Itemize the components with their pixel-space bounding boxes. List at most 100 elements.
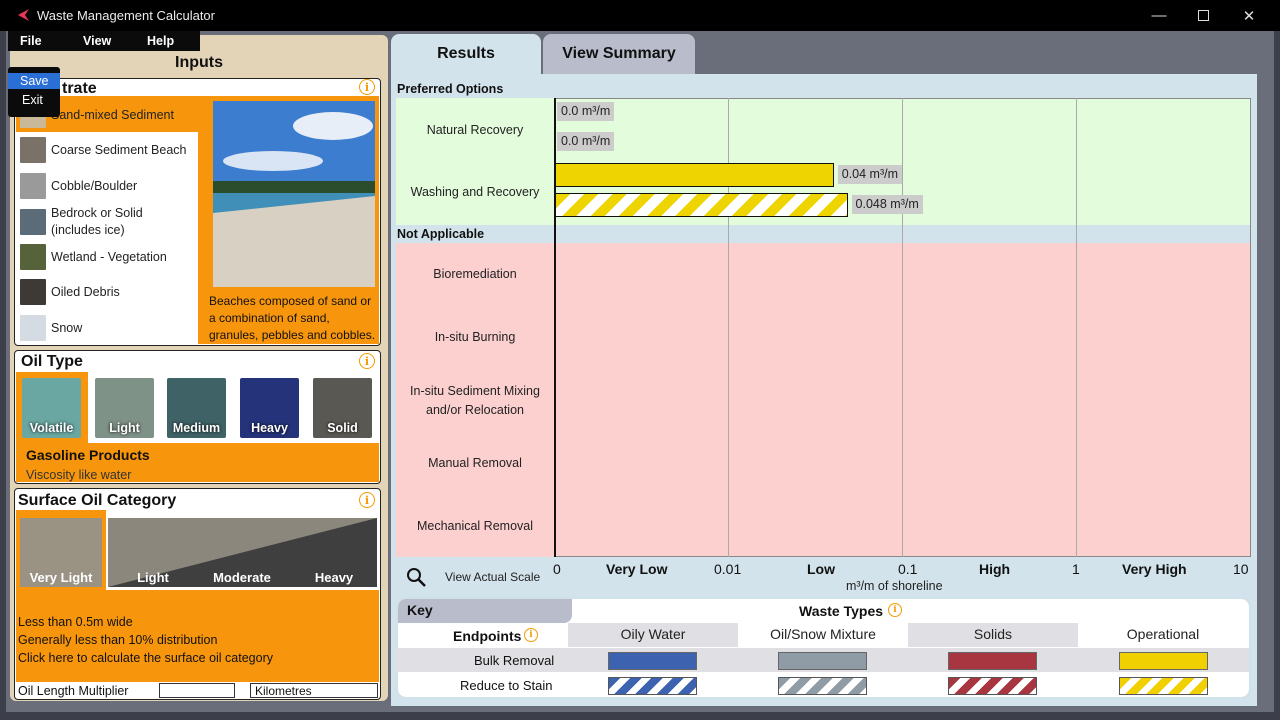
bedrock-thumbnail [20, 209, 46, 235]
key-title: Key [398, 599, 572, 623]
swatch-oil-snow-stain [778, 677, 867, 695]
snow-thumbnail [20, 315, 46, 341]
surface-very-light[interactable]: Very Light [20, 570, 102, 585]
substrate-item-debris[interactable]: Oiled Debris [20, 277, 120, 307]
surface-oil-heading: Surface Oil Category [18, 492, 177, 509]
row-mechanical-removal: Mechanical Removal [416, 519, 534, 533]
not-applicable-header [396, 225, 1251, 243]
menu-item-save[interactable]: Save [8, 73, 60, 89]
substrate-label: Coarse Sediment Beach [51, 142, 187, 157]
calculate-surface-oil-link[interactable]: Click here to calculate the surface oil … [18, 649, 273, 667]
menu-item-exit[interactable]: Exit [8, 92, 60, 108]
waste-types-info-icon[interactable]: i [888, 603, 902, 617]
value-natural-bulk: 0.0 m³/m [557, 102, 615, 121]
substrate-label: Bedrock or Solid (includes ice) [51, 206, 143, 237]
wetland-thumbnail [20, 244, 46, 270]
swatch-operational-stain [1119, 677, 1208, 695]
substrate-description: Beaches composed of sand or a combinatio… [209, 294, 376, 342]
axis-tick: 0.01 [714, 561, 742, 577]
close-icon[interactable]: ✕ [1226, 0, 1272, 31]
axis-tick: 1 [1072, 561, 1080, 577]
value-washing-stain: 0.048 m³/m [851, 195, 923, 214]
tab-results[interactable]: Results [391, 34, 541, 74]
waste-type-oil-snow: Oil/Snow Mixture [770, 626, 876, 642]
row-manual-removal: Manual Removal [428, 456, 522, 470]
oil-tile-light[interactable]: Light [95, 378, 154, 438]
row-bioremediation: Bioremediation [433, 267, 517, 281]
row-washing-recovery: Washing and Recovery [410, 185, 540, 199]
surface-line-2: Generally less than 10% distribution [18, 633, 218, 647]
swatch-oily-water-bulk [608, 652, 697, 670]
row-in-situ-burning: In-situ Burning [434, 330, 516, 344]
endpoint-reduce-to-stain: Reduce to Stain [460, 678, 553, 693]
swatch-operational-bulk [1119, 652, 1208, 670]
oil-tile-heavy[interactable]: Heavy [240, 378, 299, 438]
magnifier-icon[interactable] [406, 567, 428, 589]
axis-tick: 0.1 [898, 561, 918, 577]
substrate-label: Sand-mixed Sediment [51, 107, 174, 122]
surface-heavy[interactable]: Heavy [300, 570, 368, 585]
gridline [1076, 98, 1077, 557]
oil-tile-medium[interactable]: Medium [167, 378, 226, 438]
gridline [902, 98, 903, 557]
multiplier-input[interactable] [159, 683, 235, 698]
swatch-solids-bulk [948, 652, 1037, 670]
axis-category: Very High [1122, 561, 1187, 577]
minimize-icon[interactable]: — [1136, 0, 1182, 31]
surface-line-1: Less than 0.5m wide [18, 615, 133, 629]
maximize-icon[interactable] [1180, 0, 1226, 31]
substrate-item-cobble[interactable]: Cobble/Boulder [20, 171, 137, 201]
value-natural-stain: 0.0 m³/m [557, 132, 615, 151]
menu-help[interactable]: Help [147, 34, 174, 48]
coarse-thumbnail [20, 137, 46, 163]
substrate-label: Wetland - Vegetation [51, 249, 167, 264]
app-logo-icon [18, 9, 29, 21]
debris-thumbnail [20, 279, 46, 305]
not-applicable-label: Not Applicable [397, 227, 485, 241]
waste-types-label: Waste Types [799, 603, 884, 619]
swatch-oily-water-stain [608, 677, 697, 695]
swatch-solids-stain [948, 677, 1037, 695]
surface-light[interactable]: Light [118, 570, 188, 585]
x-axis-label: m³/m of shoreline [846, 579, 943, 593]
bar-washing-stain[interactable] [555, 193, 848, 217]
surface-oil-info-icon[interactable]: i [359, 492, 375, 508]
substrate-item-bedrock[interactable]: Bedrock or Solid (includes ice) [20, 205, 161, 239]
substrate-item-coarse[interactable]: Coarse Sediment Beach [20, 135, 187, 165]
beach-photo [213, 101, 375, 287]
oil-tile-solid[interactable]: Solid [313, 378, 372, 438]
swatch-oil-snow-bulk [778, 652, 867, 670]
substrate-label: Cobble/Boulder [51, 178, 138, 193]
cobble-thumbnail [20, 173, 46, 199]
axis-category: High [979, 561, 1011, 577]
bar-washing-bulk[interactable] [555, 163, 834, 187]
axis-category: Low [807, 561, 835, 577]
oil-type-info-icon[interactable]: i [359, 353, 375, 369]
surface-moderate[interactable]: Moderate [200, 570, 284, 585]
tab-view-summary[interactable]: View Summary [543, 34, 695, 74]
unit-select[interactable]: Kilometres [250, 683, 378, 698]
endpoint-bulk-removal: Bulk Removal [474, 653, 555, 668]
menu-view[interactable]: View [83, 34, 111, 48]
inputs-title: Inputs [175, 54, 223, 71]
substrate-item-snow[interactable]: Snow [20, 313, 82, 343]
multiplier-label: Oil Length Multiplier [18, 684, 129, 698]
view-actual-scale-button[interactable]: View Actual Scale [445, 570, 540, 584]
axis-category: Very Low [606, 561, 668, 577]
substrate-item-wetland[interactable]: Wetland - Vegetation [20, 242, 167, 272]
waste-type-operational: Operational [1126, 626, 1200, 642]
menu-bar: File View Help [8, 31, 200, 51]
oil-viscosity: Viscosity like water [26, 468, 132, 482]
endpoints-info-icon[interactable]: i [524, 628, 538, 642]
oil-tile-volatile[interactable]: Volatile [22, 378, 81, 438]
axis-tick: 0 [553, 561, 561, 577]
row-in-situ-mixing: In-situ Sediment Mixing and/or Relocatio… [410, 384, 540, 417]
window-title: Waste Management Calculator [37, 8, 215, 23]
row-natural-recovery: Natural Recovery [426, 123, 524, 137]
oil-product: Gasoline Products [26, 447, 150, 463]
waste-type-solids: Solids [973, 626, 1013, 642]
substrate-label: Oiled Debris [51, 284, 120, 299]
substrate-info-icon[interactable]: i [359, 79, 375, 95]
menu-file[interactable]: File [20, 34, 42, 48]
preferred-options-label: Preferred Options [397, 82, 504, 96]
